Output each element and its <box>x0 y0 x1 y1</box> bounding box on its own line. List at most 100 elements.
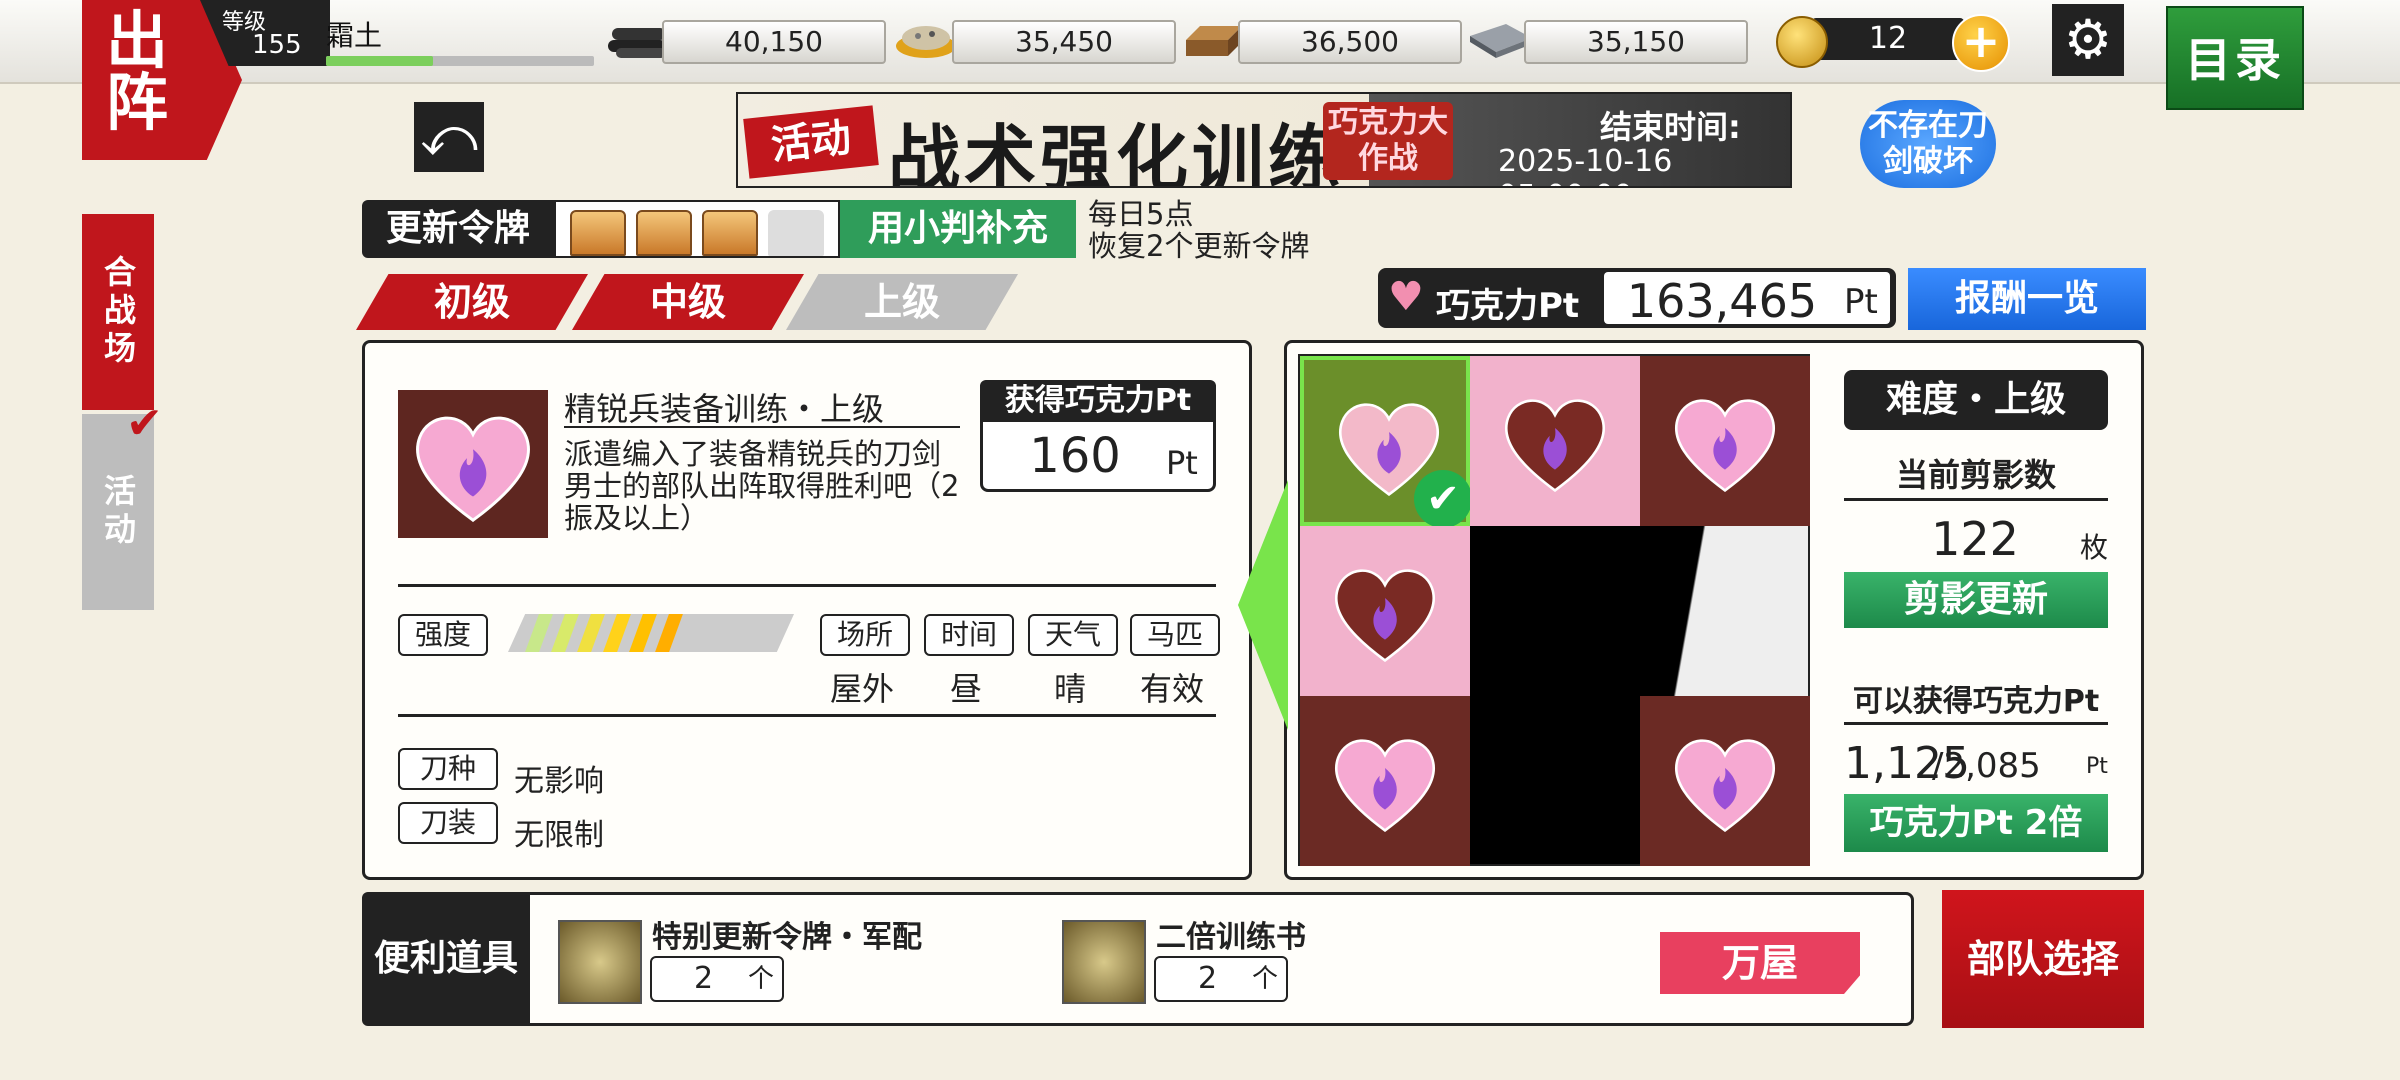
refresh-token-label: 更新令牌 <box>362 200 554 258</box>
token-icon <box>570 210 626 256</box>
blade-type-value: 无影响 <box>514 764 604 799</box>
koban-count: 12 <box>1812 18 1964 60</box>
resource-charcoal: 40,150 <box>604 18 894 64</box>
banner-end-label: 结束时间: <box>1600 108 1741 146</box>
divider <box>398 584 1216 587</box>
divider <box>1844 722 2108 725</box>
token-empty-icon <box>768 210 824 256</box>
choco-pt-label: 巧克力Pt <box>1436 286 1580 326</box>
token-icon <box>702 210 758 256</box>
settings-gear-button[interactable]: ⚙ <box>2052 4 2124 76</box>
item-count-value: 2 <box>694 961 714 996</box>
item-count: 2个 <box>650 956 784 1002</box>
resource-coolant: 36,500 <box>1180 18 1470 64</box>
silhouette-grid: ✔ <box>1298 354 1810 866</box>
heart-flame-icon <box>1335 569 1435 663</box>
condition-value-horse: 有效 <box>1140 670 1205 708</box>
no-sword-break-badge: 不存在刀剑破坏 <box>1860 100 1996 188</box>
menu-button[interactable]: 目录 <box>2166 6 2304 110</box>
back-button[interactable]: ⤺ <box>414 102 484 172</box>
xp-bar <box>326 56 594 66</box>
tab-battlefield[interactable]: 合战场 <box>82 214 154 410</box>
silhouette-cell[interactable] <box>1640 356 1810 526</box>
banner-title: 战术强化训练 <box>888 117 1345 188</box>
item-count-unit: 个 <box>748 964 775 994</box>
event-banner: 活动 战术强化训练 巧克力大作战 结束时间: 2025-10-16 05:00:… <box>736 92 1792 188</box>
shop-button[interactable]: 万屋 <box>1660 932 1860 994</box>
blade-equip-label: 刀装 <box>398 802 498 844</box>
condition-value-place: 屋外 <box>830 670 895 708</box>
silhouette-refresh-button[interactable]: 剪影更新 <box>1844 572 2108 628</box>
gain-pt-value: 160 <box>1029 428 1121 484</box>
item-name: 二倍训练书 <box>1156 920 1306 955</box>
current-silhouette-count: 122 <box>1931 512 2019 566</box>
tab-event-check-icon: ✔ <box>126 398 163 449</box>
condition-label-weather: 天气 <box>1028 614 1118 656</box>
puzzle-difficulty-label: 难度・上级 <box>1844 370 2108 430</box>
mission-description: 派遣编入了装备精锐兵的刀剑男士的部队出阵取得胜利吧（2振及以上） <box>564 437 960 535</box>
xp-bar-fill <box>326 56 434 66</box>
choco-pt-value: 163,465 <box>1626 274 1818 328</box>
silhouette-unit: 枚 <box>2080 531 2109 564</box>
strength-segment <box>603 614 631 652</box>
whetstone-value: 35,150 <box>1524 20 1748 64</box>
silhouette-cell[interactable] <box>1640 696 1810 866</box>
obtainable-pt-label: 可以获得巧克力Pt <box>1852 684 2100 719</box>
add-koban-button[interactable]: + <box>1952 14 2010 72</box>
player-name: 霜土 <box>326 19 383 52</box>
strength-segment <box>629 614 657 652</box>
item-count: 2个 <box>1154 956 1288 1002</box>
refill-with-koban-button[interactable]: 用小判补充 <box>840 200 1076 258</box>
token-icon <box>636 210 692 256</box>
silhouette-cell[interactable] <box>1470 356 1640 526</box>
mission-title-divider <box>564 426 960 428</box>
item-count-value: 2 <box>1198 961 1218 996</box>
strength-segment <box>551 614 579 652</box>
steel-value: 35,450 <box>952 20 1176 64</box>
gain-pt-label: 获得巧克力Pt <box>980 380 1216 422</box>
mission-title: 精锐兵装备训练・上级 <box>564 390 885 428</box>
heart-icon: ♥ <box>1388 274 1424 320</box>
sortie-title: 出阵 <box>105 4 168 139</box>
token-note-line2: 恢复2个更新令牌 <box>1088 229 1310 263</box>
choco-pt-unit: Pt <box>1844 282 1878 322</box>
condition-value-weather: 晴 <box>1054 670 1087 708</box>
condition-value-time: 昼 <box>950 670 983 708</box>
team-select-button[interactable]: 部队选择 <box>1942 890 2144 1028</box>
blade-equip-value: 无限制 <box>514 818 604 853</box>
token-note: 每日5点 恢复2个更新令牌 <box>1088 198 1309 262</box>
silhouette-cell[interactable]: ✔ <box>1300 356 1472 528</box>
silhouette-cell[interactable] <box>1300 696 1470 866</box>
coolant-value: 36,500 <box>1238 20 1462 64</box>
strength-segment <box>525 614 553 652</box>
mission-heart-icon <box>398 390 548 538</box>
strength-gauge <box>508 614 794 652</box>
obtainable-pt-max: /2,085 <box>1932 746 2041 786</box>
reward-list-button[interactable]: 报酬一览 <box>1908 268 2146 330</box>
strength-segment <box>655 614 683 652</box>
banner-end-time: 2025-10-16 05:00:00 <box>1498 144 1673 186</box>
refresh-token-slots <box>554 200 840 258</box>
character-silhouette <box>1632 521 1808 696</box>
war-fan-token-icon <box>558 920 642 1004</box>
strength-segment <box>681 614 709 652</box>
item-count-unit: 个 <box>1252 964 1279 994</box>
tab-difficulty-advanced[interactable]: 上级 <box>786 274 1018 330</box>
item-name: 特别更新令牌・军配 <box>652 920 922 955</box>
condition-label-time: 时间 <box>924 614 1014 656</box>
heart-flame-icon <box>1335 739 1435 833</box>
banner-subtitle: 巧克力大作战 <box>1323 102 1453 180</box>
koban-coin-icon <box>1776 16 1828 68</box>
tab-difficulty-intermediate[interactable]: 中级 <box>572 274 804 330</box>
gain-pt-unit: Pt <box>1166 444 1198 482</box>
heart-flame-icon <box>1675 399 1775 493</box>
charcoal-value: 40,150 <box>662 20 886 64</box>
double-pt-button[interactable]: 巧克力Pt 2倍 <box>1844 794 2108 852</box>
tab-difficulty-beginner[interactable]: 初级 <box>356 274 588 330</box>
condition-label-place: 场所 <box>820 614 910 656</box>
obtainable-pt-unit: Pt <box>2086 754 2108 779</box>
silhouette-cell[interactable] <box>1300 526 1470 696</box>
heart-flame-icon <box>1505 399 1605 493</box>
strength-segment <box>733 614 761 652</box>
divider <box>1844 498 2108 501</box>
